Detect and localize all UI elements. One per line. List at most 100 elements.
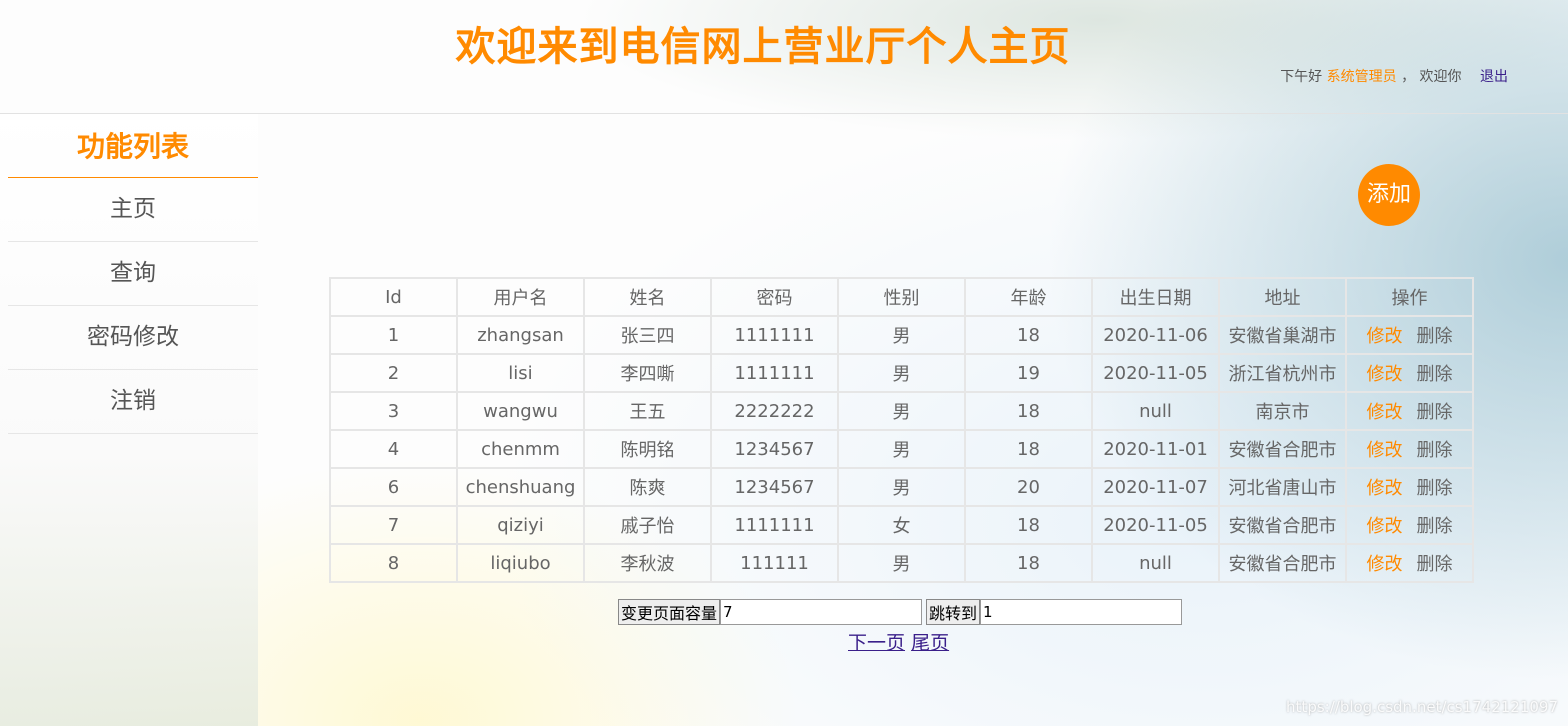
cell-actions: 修改 删除: [1345, 315, 1474, 355]
cell-actions: 修改 删除: [1345, 505, 1474, 545]
cell-birthdate: 2020-11-05: [1091, 353, 1220, 393]
edit-link[interactable]: 修改: [1367, 554, 1403, 575]
cell-gender: 男: [837, 391, 966, 431]
table-row: 4 chenmm 陈明铭 1234567 男 18 2020-11-01 安徽省合肥市 修改 删除: [329, 429, 1474, 469]
cell-username: liqiubo: [456, 543, 585, 583]
page-title: 欢迎来到电信网上营业厅个人主页: [455, 24, 1071, 70]
edit-link[interactable]: 修改: [1367, 516, 1403, 537]
delete-link[interactable]: 删除: [1417, 554, 1453, 575]
cell-birthdate: null: [1091, 543, 1220, 583]
add-button[interactable]: 添加: [1358, 164, 1420, 226]
edit-link[interactable]: 修改: [1367, 478, 1403, 499]
cell-id: 7: [329, 505, 458, 545]
cell-actions: 修改 删除: [1345, 391, 1474, 431]
cell-password: 1111111: [710, 353, 839, 393]
page-size-input[interactable]: [720, 599, 923, 625]
pager-links: 下一页 尾页: [848, 628, 949, 655]
edit-link[interactable]: 修改: [1367, 364, 1403, 385]
cell-age: 18: [964, 391, 1093, 431]
sidebar-title: 功能列表: [8, 114, 258, 178]
jump-to-button[interactable]: 跳转到: [926, 599, 981, 625]
cell-id: 1: [329, 315, 458, 355]
delete-link[interactable]: 删除: [1417, 326, 1453, 347]
cell-name: 戚子怡: [583, 505, 712, 545]
cell-name: 张三四: [583, 315, 712, 355]
column-header-name: 姓名: [583, 277, 712, 317]
cell-id: 6: [329, 467, 458, 507]
edit-link[interactable]: 修改: [1367, 326, 1403, 347]
sidebar-item-home[interactable]: 主页: [8, 178, 258, 242]
cell-birthdate: null: [1091, 391, 1220, 431]
cell-username: wangwu: [456, 391, 585, 431]
cell-username: chenmm: [456, 429, 585, 469]
table-header-row: Id 用户名 姓名 密码 性别 年龄 出生日期 地址 操作: [329, 277, 1474, 317]
cell-age: 18: [964, 315, 1093, 355]
table-row: 6 chenshuang 陈爽 1234567 男 20 2020-11-07 河北省唐山市修…: [329, 467, 1474, 507]
greeting-suffix: ， 欢迎你: [1401, 69, 1462, 85]
column-header-id: Id: [329, 277, 458, 317]
cell-gender: 男: [837, 429, 966, 469]
column-header-age: 年龄: [964, 277, 1093, 317]
sidebar-nav: 主页 查询 密码修改 注销: [8, 178, 258, 434]
delete-link[interactable]: 删除: [1417, 364, 1453, 385]
last-page-link[interactable]: 尾页: [911, 632, 949, 654]
edit-link[interactable]: 修改: [1367, 440, 1403, 461]
cell-birthdate: 2020-11-07: [1091, 467, 1220, 507]
cell-name: 王五: [583, 391, 712, 431]
cell-address: 安徽省巢湖市: [1218, 315, 1347, 355]
delete-link[interactable]: 删除: [1417, 516, 1453, 537]
greeting-prefix: 下午好: [1280, 69, 1323, 85]
delete-link[interactable]: 删除: [1417, 478, 1453, 499]
pager-controls: 变更页面容量 跳转到: [618, 599, 1183, 625]
sidebar-item-password-change[interactable]: 密码修改: [8, 306, 258, 370]
cell-name: 李秋波: [583, 543, 712, 583]
cell-name: 李四嘶: [583, 353, 712, 393]
sidebar: 功能列表 主页 查询 密码修改 注销: [0, 114, 258, 726]
cell-address: 浙江省杭州市: [1218, 353, 1347, 393]
cell-password: 1111111: [710, 505, 839, 545]
edit-link[interactable]: 修改: [1367, 402, 1403, 423]
cell-age: 18: [964, 429, 1093, 469]
cell-birthdate: 2020-11-01: [1091, 429, 1220, 469]
cell-gender: 女: [837, 505, 966, 545]
cell-password: 1111111: [710, 315, 839, 355]
cell-id: 4: [329, 429, 458, 469]
page-header: 欢迎来到电信网上营业厅个人主页 下午好 系统管理员 ， 欢迎你 退出: [0, 0, 1568, 114]
cell-gender: 男: [837, 467, 966, 507]
cell-id: 3: [329, 391, 458, 431]
cell-id: 2: [329, 353, 458, 393]
table-row: 3 wangwu 王五 2222222 男 18 null 南京市 修改 删除: [329, 391, 1474, 431]
column-header-actions: 操作: [1345, 277, 1474, 317]
cell-age: 19: [964, 353, 1093, 393]
delete-link[interactable]: 删除: [1417, 402, 1453, 423]
next-page-link[interactable]: 下一页: [848, 632, 905, 654]
cell-birthdate: 2020-11-06: [1091, 315, 1220, 355]
logout-link[interactable]: 退出: [1480, 69, 1508, 85]
cell-gender: 男: [837, 353, 966, 393]
delete-link[interactable]: 删除: [1417, 440, 1453, 461]
cell-password: 1234567: [710, 467, 839, 507]
cell-age: 20: [964, 467, 1093, 507]
cell-name: 陈爽: [583, 467, 712, 507]
cell-gender: 男: [837, 543, 966, 583]
cell-username: chenshuang: [456, 467, 585, 507]
cell-address: 安徽省合肥市: [1218, 429, 1347, 469]
cell-name: 陈明铭: [583, 429, 712, 469]
cell-actions: 修改 删除: [1345, 429, 1474, 469]
change-page-size-button[interactable]: 变更页面容量: [618, 599, 721, 625]
jump-page-input[interactable]: [980, 599, 1183, 625]
column-header-username: 用户名: [456, 277, 585, 317]
cell-password: 111111: [710, 543, 839, 583]
table-row: 7 qiziyi 戚子怡 1111111 女 18 2020-11-05 安徽省合肥市 修改 删除: [329, 505, 1474, 545]
cell-address: 河北省唐山市: [1218, 467, 1347, 507]
cell-password: 1234567: [710, 429, 839, 469]
cell-age: 18: [964, 543, 1093, 583]
table-row: 1 zhangsan 张三四 1111111 男 18 2020-11-06 安徽省巢湖市 修改…: [329, 315, 1474, 355]
column-header-gender: 性别: [837, 277, 966, 317]
cell-username: qiziyi: [456, 505, 585, 545]
sidebar-item-query[interactable]: 查询: [8, 242, 258, 306]
user-role: 系统管理员: [1326, 69, 1397, 85]
cell-username: zhangsan: [456, 315, 585, 355]
sidebar-item-logout[interactable]: 注销: [8, 370, 258, 434]
table-row: 8 liqiubo 李秋波 111111 男 18 null 安徽省合肥市 修改 删除: [329, 543, 1474, 583]
